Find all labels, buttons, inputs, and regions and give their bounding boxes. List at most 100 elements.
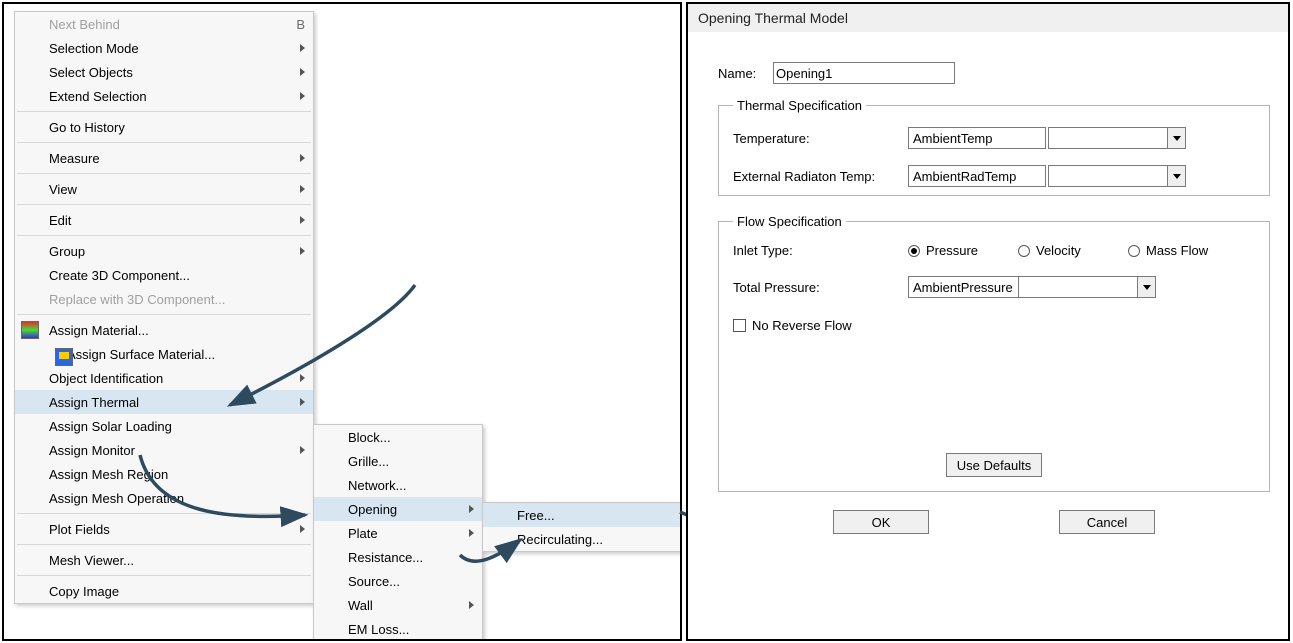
radio-mass-flow[interactable]: Mass Flow	[1128, 243, 1238, 258]
menu-create-3d-component[interactable]: Create 3D Component...	[15, 263, 313, 287]
radio-icon	[908, 245, 920, 257]
ok-button[interactable]: OK	[833, 510, 929, 534]
thermal-specification-group: Thermal Specification Temperature: Ambie…	[718, 98, 1270, 196]
menu-item-label: Opening	[348, 502, 461, 517]
menu-measure[interactable]: Measure	[15, 146, 313, 170]
menu-assign-mesh-region[interactable]: Assign Mesh Region	[15, 462, 313, 486]
menu-edit[interactable]: Edit	[15, 208, 313, 232]
dropdown-button[interactable]	[1167, 128, 1185, 148]
chevron-right-icon	[300, 374, 305, 382]
total-pressure-label: Total Pressure:	[733, 280, 908, 295]
menu-copy-image[interactable]: Copy Image	[15, 579, 313, 603]
flow-specification-group: Flow Specification Inlet Type: Pressure …	[718, 214, 1270, 492]
model-view: Next Behind B Selection Mode Select Obje…	[2, 2, 682, 641]
chevron-right-icon	[300, 185, 305, 193]
name-label: Name:	[718, 66, 773, 81]
menu-assign-monitor[interactable]: Assign Monitor	[15, 438, 313, 462]
combo-value: AmbientRadTemp	[909, 169, 1045, 184]
external-radiation-label: External Radiaton Temp:	[733, 169, 908, 184]
external-radiation-combo[interactable]: AmbientRadTemp	[908, 165, 1046, 187]
menu-item-label: Go to History	[49, 120, 305, 135]
menu-assign-surface-material[interactable]: Assign Surface Material...	[15, 342, 313, 366]
menu-item-label: Select Objects	[49, 65, 292, 80]
radio-icon	[1128, 245, 1140, 257]
chevron-right-icon	[300, 446, 305, 454]
combo-value: AmbientTemp	[909, 131, 1045, 146]
menu-item-label: Plot Fields	[49, 522, 292, 537]
chevron-right-icon	[300, 92, 305, 100]
menu-source[interactable]: Source...	[314, 569, 482, 593]
menu-item-label: Source...	[348, 574, 474, 589]
chevron-right-icon	[469, 601, 474, 609]
menu-select-objects[interactable]: Select Objects	[15, 60, 313, 84]
radio-velocity[interactable]: Velocity	[1018, 243, 1128, 258]
menu-item-label: Assign Solar Loading	[49, 419, 305, 434]
chevron-down-icon	[1143, 285, 1151, 290]
chevron-right-icon	[469, 505, 474, 513]
context-menu: Next Behind B Selection Mode Select Obje…	[14, 11, 314, 604]
menu-item-shortcut: B	[296, 17, 305, 32]
temperature-combo[interactable]: AmbientTemp	[908, 127, 1046, 149]
name-input[interactable]: Opening1	[773, 62, 955, 84]
menu-item-label: Replace with 3D Component...	[49, 292, 305, 307]
menu-item-label: Wall	[348, 598, 461, 613]
menu-item-label: Assign Thermal	[49, 395, 292, 410]
material-icon	[21, 321, 39, 339]
menu-free[interactable]: Free...	[483, 503, 681, 527]
menu-assign-mesh-operation[interactable]: Assign Mesh Operation	[15, 486, 313, 510]
external-radiation-unit-combo[interactable]	[1048, 165, 1186, 187]
menu-item-label: Resistance...	[348, 550, 474, 565]
menu-item-label: Next Behind	[49, 17, 276, 32]
dropdown-button[interactable]	[1167, 166, 1185, 186]
menu-resistance[interactable]: Resistance...	[314, 545, 482, 569]
menu-assign-material[interactable]: Assign Material...	[15, 318, 313, 342]
menu-go-history[interactable]: Go to History	[15, 115, 313, 139]
menu-assign-solar-loading[interactable]: Assign Solar Loading	[15, 414, 313, 438]
use-defaults-button[interactable]: Use Defaults	[946, 453, 1042, 477]
menu-object-identification[interactable]: Object Identification	[15, 366, 313, 390]
total-pressure-unit-combo[interactable]	[1018, 276, 1156, 298]
menu-replace-3d-component: Replace with 3D Component...	[15, 287, 313, 311]
menu-wall[interactable]: Wall	[314, 593, 482, 617]
menu-item-label: Object Identification	[49, 371, 292, 386]
menu-extend-selection[interactable]: Extend Selection	[15, 84, 313, 108]
radio-pressure[interactable]: Pressure	[908, 243, 1018, 258]
menu-block[interactable]: Block...	[314, 425, 482, 449]
checkbox-label: No Reverse Flow	[752, 318, 852, 333]
menu-group[interactable]: Group	[15, 239, 313, 263]
menu-item-label: Plate	[348, 526, 461, 541]
menu-next-behind: Next Behind B	[15, 12, 313, 36]
menu-assign-thermal[interactable]: Assign Thermal	[15, 390, 313, 414]
menu-item-label: Measure	[49, 151, 292, 166]
menu-item-label: Free...	[517, 508, 673, 523]
radio-icon	[1018, 245, 1030, 257]
menu-item-label: Copy Image	[49, 584, 305, 599]
menu-item-label: Network...	[348, 478, 474, 493]
menu-network[interactable]: Network...	[314, 473, 482, 497]
cancel-button[interactable]: Cancel	[1059, 510, 1155, 534]
menu-plate[interactable]: Plate	[314, 521, 482, 545]
opening-thermal-model-dialog: Opening Thermal Model Name: Opening1 The…	[686, 2, 1290, 641]
radio-label: Velocity	[1036, 243, 1081, 258]
chevron-right-icon	[300, 154, 305, 162]
dialog-title: Opening Thermal Model	[688, 4, 1288, 32]
flow-legend: Flow Specification	[733, 214, 846, 229]
temperature-unit-combo[interactable]	[1048, 127, 1186, 149]
menu-recirculating[interactable]: Recirculating...	[483, 527, 681, 551]
menu-item-label: Assign Mesh Region	[49, 467, 305, 482]
submenu-assign-thermal: Block... Grille... Network... Opening Pl…	[313, 424, 483, 641]
menu-selection-mode[interactable]: Selection Mode	[15, 36, 313, 60]
menu-item-label: Block...	[348, 430, 474, 445]
menu-view[interactable]: View	[15, 177, 313, 201]
menu-opening[interactable]: Opening	[314, 497, 482, 521]
temperature-label: Temperature:	[733, 131, 908, 146]
menu-grille[interactable]: Grille...	[314, 449, 482, 473]
menu-plot-fields[interactable]: Plot Fields	[15, 517, 313, 541]
menu-mesh-viewer[interactable]: Mesh Viewer...	[15, 548, 313, 572]
chevron-down-icon	[1173, 174, 1181, 179]
menu-emloss[interactable]: EM Loss...	[314, 617, 482, 641]
menu-item-label: Group	[49, 244, 292, 259]
chevron-right-icon	[300, 44, 305, 52]
dropdown-button[interactable]	[1137, 277, 1155, 297]
no-reverse-flow-checkbox[interactable]: No Reverse Flow	[733, 318, 1255, 333]
